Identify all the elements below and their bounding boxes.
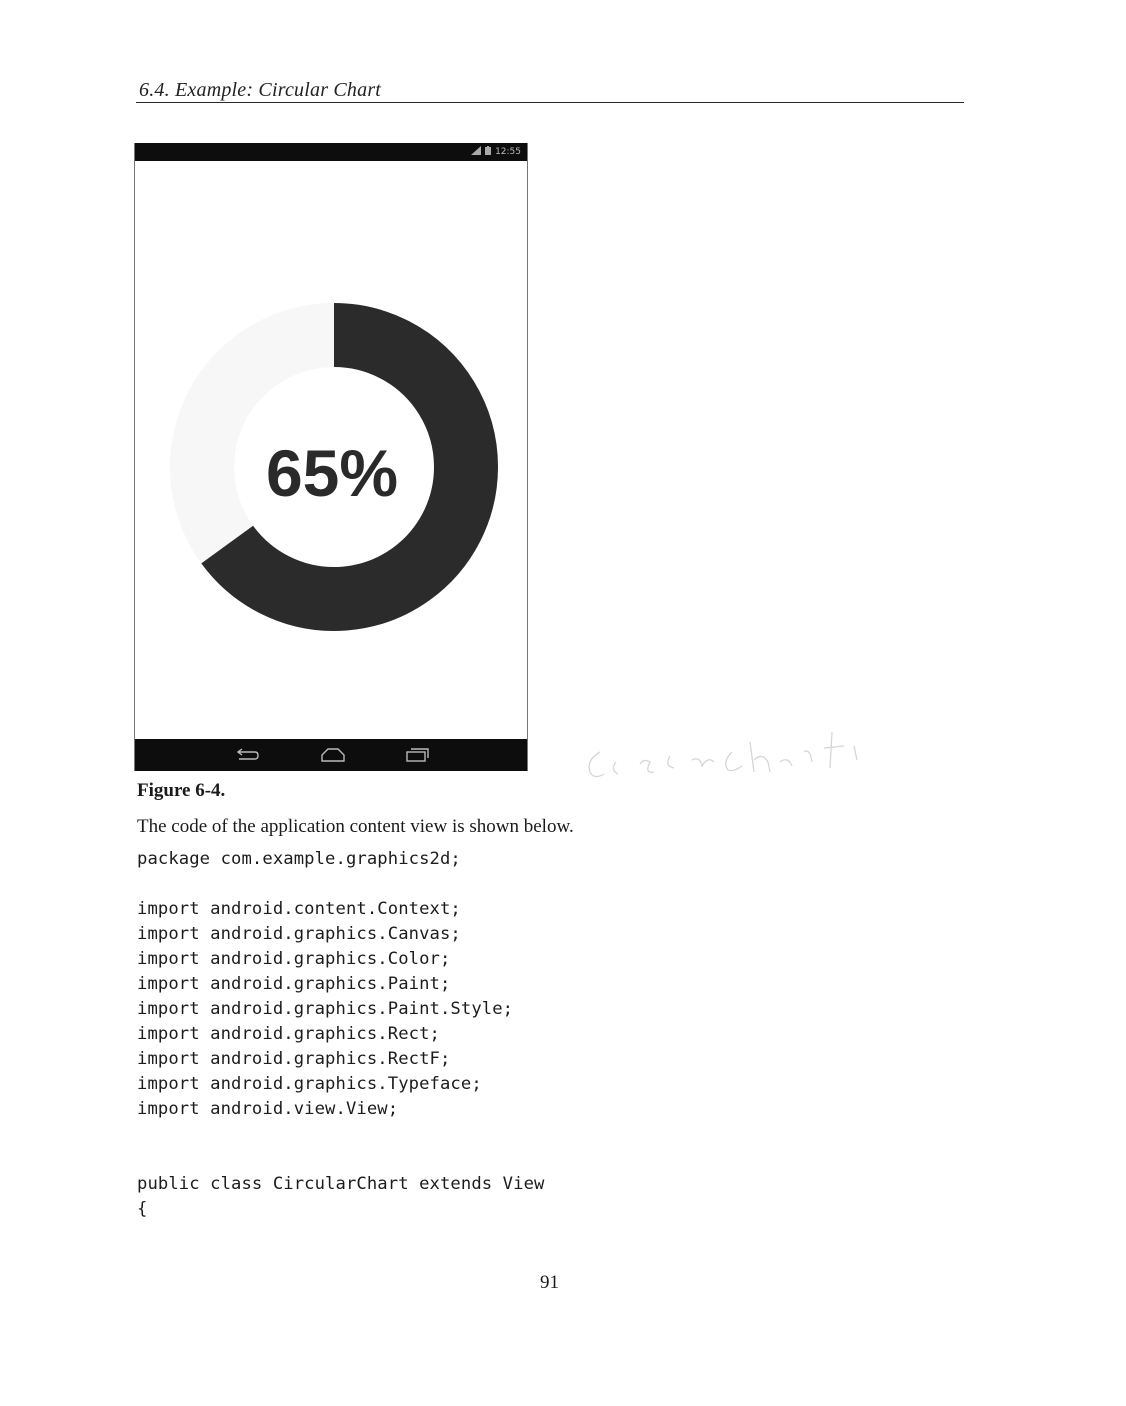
circular-chart: 65%: [170, 303, 498, 631]
header-rule: [136, 102, 964, 103]
status-bar: 12:55: [135, 143, 527, 161]
home-icon[interactable]: [319, 746, 347, 764]
code-import-line: import android.graphics.Rect;: [137, 1024, 440, 1044]
status-icons: 12:55: [471, 146, 521, 158]
back-icon[interactable]: [233, 746, 261, 764]
code-package-line: package com.example.graphics2d;: [137, 849, 461, 869]
code-import-line: import android.graphics.Typeface;: [137, 1074, 482, 1094]
page-number: 91: [540, 1272, 559, 1293]
signal-icon: [471, 146, 482, 158]
navigation-bar: [135, 739, 527, 771]
code-open-brace: {: [137, 1199, 148, 1219]
code-import-line: import android.content.Context;: [137, 899, 461, 919]
code-import-line: import android.graphics.Color;: [137, 949, 451, 969]
recent-apps-icon[interactable]: [403, 746, 431, 764]
code-import-line: import android.graphics.RectF;: [137, 1049, 451, 1069]
code-import-line: import android.graphics.Paint;: [137, 974, 451, 994]
handwritten-note: [588, 731, 858, 778]
running-header: 6.4. Example: Circular Chart: [139, 79, 382, 101]
code-import-line: import android.graphics.Canvas;: [137, 924, 461, 944]
percent-label: 65%: [266, 436, 398, 510]
code-import-line: import android.view.View;: [137, 1099, 399, 1119]
body-paragraph: The code of the application content view…: [137, 816, 574, 837]
code-class-line: public class CircularChart extends View: [137, 1174, 545, 1194]
figure-caption: Figure 6-4.: [137, 780, 226, 801]
battery-icon: [485, 146, 492, 158]
code-import-line: import android.graphics.Paint.Style;: [137, 999, 514, 1019]
status-time: 12:55: [495, 147, 521, 157]
phone-screenshot: 12:55 65%: [134, 143, 528, 771]
